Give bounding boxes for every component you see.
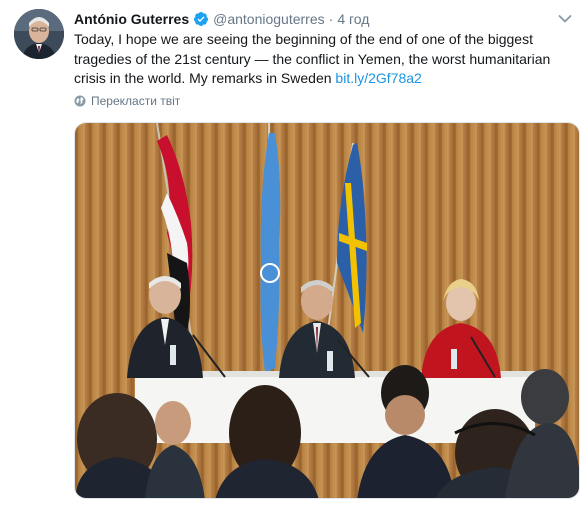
tweet-header: António Guterres @antonioguterres · 4 го… [74, 9, 369, 29]
tweet-photo[interactable] [74, 122, 580, 499]
avatar[interactable] [14, 9, 64, 59]
globe-icon [74, 95, 86, 107]
tweet-link[interactable]: bit.ly/2Gf78a2 [335, 70, 421, 86]
chevron-down-icon[interactable] [558, 11, 572, 23]
tweet[interactable]: António Guterres @antonioguterres · 4 го… [0, 0, 584, 511]
translate-tweet-button[interactable]: Перекласти твіт [74, 94, 180, 108]
author-handle[interactable]: @antonioguterres [213, 11, 325, 27]
separator-dot: · [328, 11, 334, 27]
verified-badge-icon [193, 11, 209, 27]
tweet-text: Today, I hope we are seeing the beginnin… [74, 30, 574, 89]
author-name[interactable]: António Guterres [74, 11, 189, 27]
translate-label: Перекласти твіт [91, 94, 181, 108]
tweet-timestamp[interactable]: 4 год [337, 11, 369, 27]
tweet-text-body: Today, I hope we are seeing the beginnin… [74, 31, 551, 86]
